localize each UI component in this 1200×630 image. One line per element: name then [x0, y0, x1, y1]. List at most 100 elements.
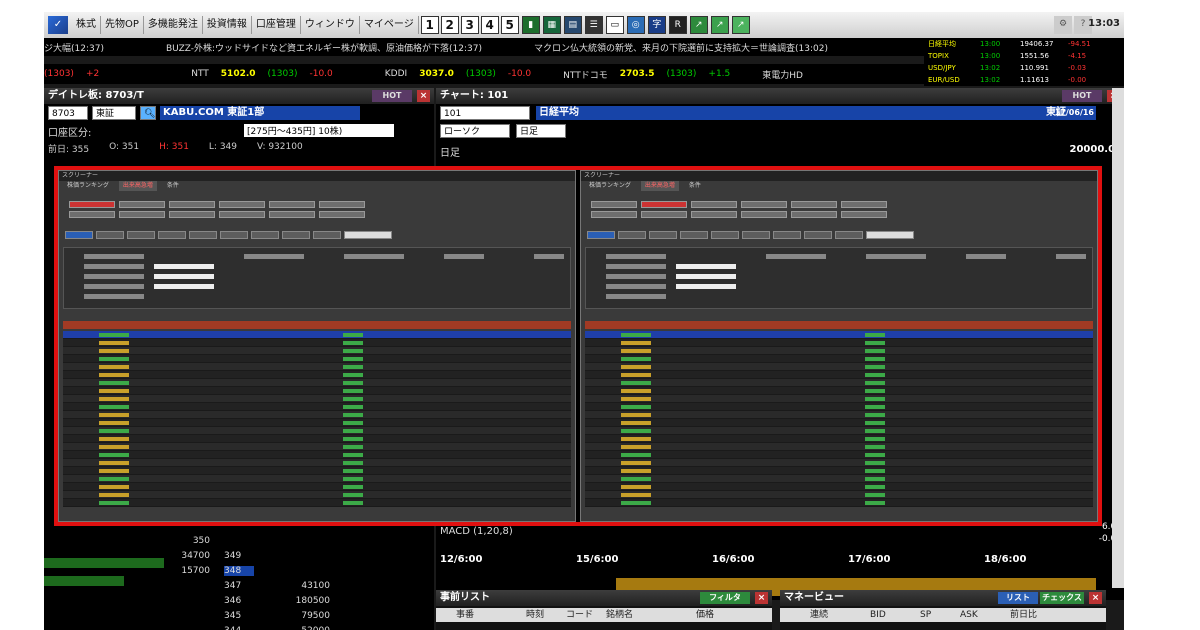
app-logo[interactable]: ✓ [48, 16, 68, 34]
settings-gear-icon[interactable]: ⚙ [1054, 16, 1072, 34]
market-filter-button[interactable] [251, 231, 279, 239]
condition-row[interactable] [84, 294, 144, 299]
results-table-row[interactable] [63, 483, 571, 491]
menu-investment-info[interactable]: 投資情報 [203, 16, 252, 34]
menu-multi-order[interactable]: 多機能発注 [144, 16, 203, 34]
results-table-row[interactable] [585, 483, 1093, 491]
condition-row[interactable] [606, 284, 666, 289]
results-table-row[interactable] [585, 395, 1093, 403]
globe-icon[interactable]: ◎ [626, 16, 645, 34]
condition-row[interactable] [1056, 254, 1086, 259]
results-table-row[interactable] [63, 475, 571, 483]
results-table-row[interactable] [63, 387, 571, 395]
results-table-row[interactable] [585, 331, 1093, 339]
blank-window-icon[interactable]: ▭ [605, 16, 624, 34]
condition-row[interactable] [606, 264, 666, 269]
money-col[interactable]: BID [870, 608, 920, 622]
category-button[interactable] [119, 211, 165, 218]
news-col[interactable]: コード [566, 608, 606, 622]
results-table-row[interactable] [585, 435, 1093, 443]
results-table-row[interactable] [63, 451, 571, 459]
list-icon[interactable]: ☰ [584, 16, 603, 34]
results-table-row[interactable] [585, 371, 1093, 379]
category-button[interactable] [591, 211, 637, 218]
search-icon[interactable]: 🔍︎ [140, 106, 156, 120]
menu-mypage[interactable]: マイページ [360, 16, 419, 34]
rss-icon[interactable]: R [668, 16, 687, 34]
market-filter-button[interactable] [189, 231, 217, 239]
category-button[interactable] [691, 201, 737, 208]
results-table-row[interactable] [63, 419, 571, 427]
results-table-row[interactable] [585, 379, 1093, 387]
category-button[interactable] [269, 201, 315, 208]
results-table-row[interactable] [63, 355, 571, 363]
results-table-row[interactable] [585, 339, 1093, 347]
category-button[interactable] [841, 201, 887, 208]
news-close-icon[interactable]: × [755, 592, 768, 604]
results-table-row[interactable] [585, 387, 1093, 395]
money-col[interactable]: SP [920, 608, 960, 622]
news-item-2[interactable]: BUZZ-外株:ウッドサイドなど資エネルギー株が軟調、原油価格が下落(12:37… [166, 41, 482, 54]
layout-button-3[interactable]: 3 [460, 16, 479, 34]
results-table-row[interactable] [63, 427, 571, 435]
close-icon[interactable]: × [417, 90, 430, 102]
results-table-row[interactable] [63, 443, 571, 451]
market-filter-button[interactable] [127, 231, 155, 239]
screener-tab[interactable]: 出来高急増 [118, 181, 157, 191]
market-filter-button[interactable] [96, 231, 124, 239]
market-filter-button[interactable] [804, 231, 832, 239]
results-table-row[interactable] [63, 379, 571, 387]
money-col[interactable]: 連続 [780, 608, 870, 622]
index-row[interactable]: 日経平均 13:00 19406.37 -94.51 [928, 38, 1124, 50]
results-table-row[interactable] [585, 403, 1093, 411]
condition-input[interactable] [676, 264, 736, 269]
screener-tab[interactable]: 株価ランキング [585, 181, 635, 191]
results-table-row[interactable] [63, 363, 571, 371]
code-input[interactable]: 8703 [48, 106, 88, 120]
condition-input[interactable] [154, 284, 214, 289]
results-table-row[interactable] [585, 411, 1093, 419]
condition-input[interactable] [676, 274, 736, 279]
news-item-1[interactable]: ジ大幅(12:37) [44, 41, 104, 54]
category-button[interactable] [219, 201, 265, 208]
condition-row[interactable] [84, 284, 144, 289]
hot-button[interactable]: HOT [372, 90, 412, 102]
condition-row[interactable] [766, 254, 826, 259]
category-button[interactable] [691, 211, 737, 218]
category-button[interactable] [169, 201, 215, 208]
results-table-row[interactable] [585, 427, 1093, 435]
chart-code-input[interactable]: 101 [440, 106, 530, 120]
trend-up-icon[interactable]: ↗ [689, 16, 708, 34]
market-filter-button[interactable] [711, 231, 739, 239]
category-button[interactable] [741, 211, 787, 218]
market-filter-button[interactable] [835, 231, 863, 239]
category-button[interactable] [219, 211, 265, 218]
layout-button-2[interactable]: 2 [440, 16, 459, 34]
layout-button-1[interactable]: 1 [420, 16, 439, 34]
results-table-row[interactable] [63, 347, 571, 355]
condition-row[interactable] [866, 254, 926, 259]
menu-stocks[interactable]: 株式 [72, 16, 101, 34]
market-filter-input[interactable] [866, 231, 914, 239]
results-table-row[interactable] [63, 339, 571, 347]
condition-row[interactable] [84, 274, 144, 279]
market-filter-button[interactable] [618, 231, 646, 239]
order-icon[interactable]: ▤ [563, 16, 582, 34]
index-row[interactable]: EUR/USD 13:02 1.11613 -0.00 [928, 74, 1124, 86]
check-button[interactable]: チェックス [1040, 592, 1084, 604]
category-button[interactable] [791, 201, 837, 208]
market-filter-button[interactable] [282, 231, 310, 239]
chart-icon[interactable]: ▮ [521, 16, 540, 34]
board-icon[interactable]: ▦ [542, 16, 561, 34]
condition-row[interactable] [534, 254, 564, 259]
order-book-row[interactable]: 350 [44, 536, 434, 550]
results-table-row[interactable] [585, 475, 1093, 483]
news-item-3[interactable]: マクロン仏大統領の新党、来月の下院選前に支持拡大＝世論調査(13:02) [534, 41, 828, 54]
money-col[interactable]: 前日比 [1010, 608, 1070, 622]
results-table-row[interactable] [585, 467, 1093, 475]
menu-account[interactable]: 口座管理 [252, 16, 301, 34]
index-row[interactable]: TOPIX 13:00 1551.56 -4.15 [928, 50, 1124, 62]
category-button[interactable] [269, 211, 315, 218]
category-button[interactable] [741, 201, 787, 208]
market-filter-button[interactable] [158, 231, 186, 239]
